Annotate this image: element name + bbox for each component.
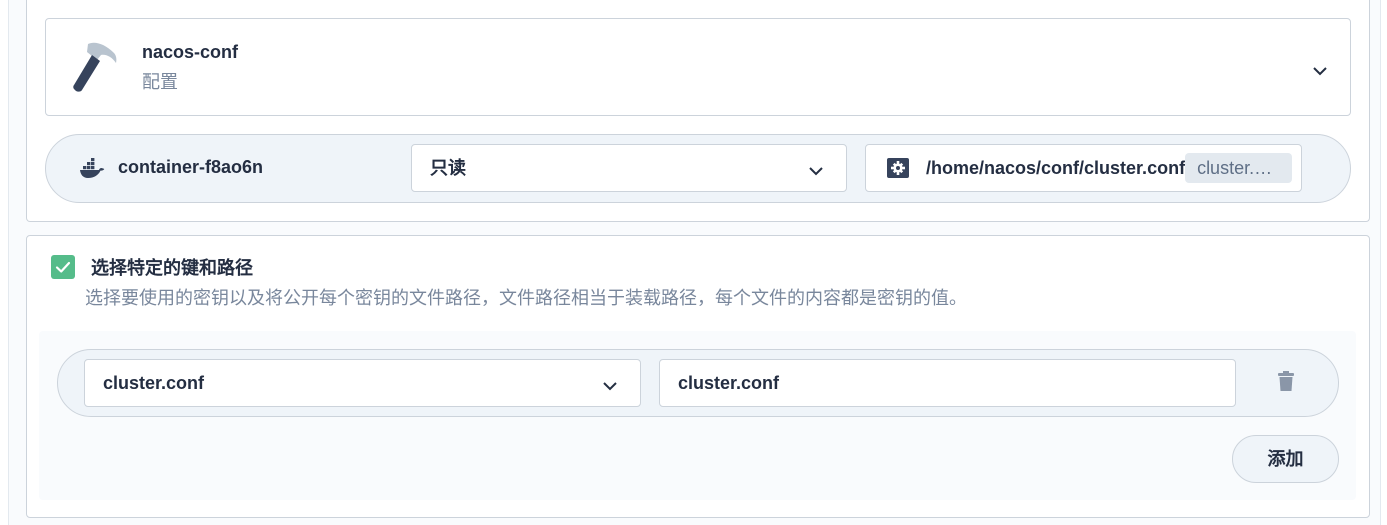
mount-path-input[interactable]: /home/nacos/conf/cluster.conf cluster.…	[865, 144, 1302, 192]
volume-selector[interactable]: nacos-conf 配置	[45, 18, 1351, 116]
key-select-value: cluster.conf	[103, 373, 205, 393]
specific-keys-checkbox[interactable]	[51, 255, 75, 279]
docker-icon	[79, 158, 105, 178]
access-mode-value: 只读	[430, 158, 466, 178]
hammer-icon	[70, 41, 118, 93]
path-input[interactable]	[659, 359, 1236, 407]
key-select[interactable]: cluster.conf	[84, 359, 641, 407]
trash-icon	[1278, 371, 1294, 391]
gear-box-icon	[887, 158, 909, 178]
volume-card: nacos-conf 配置 container-f8ao6n 只读 /home/…	[26, 0, 1370, 222]
specific-keys-card: 选择特定的键和路径 选择要使用的密钥以及将公开每个密钥的文件路径，文件路径相当于…	[26, 235, 1370, 518]
container-name: container-f8ao6n	[118, 157, 264, 177]
delete-row-button[interactable]	[1266, 361, 1306, 401]
volume-type: 配置	[142, 72, 178, 92]
specific-keys-title: 选择特定的键和路径	[91, 258, 253, 278]
chevron-down-icon[interactable]	[1313, 63, 1327, 76]
key-path-list: cluster.conf 添加	[39, 331, 1356, 500]
sub-path-field[interactable]: cluster.…	[1185, 153, 1293, 183]
container-mount-row: container-f8ao6n 只读 /home/nacos/conf/clu…	[45, 134, 1351, 203]
chevron-down-icon	[603, 378, 617, 391]
volume-name: nacos-conf	[142, 42, 239, 62]
mount-path-value: /home/nacos/conf/cluster.conf	[926, 157, 1186, 178]
check-icon	[55, 261, 71, 273]
add-button[interactable]: 添加	[1232, 435, 1339, 483]
specific-keys-description: 选择要使用的密钥以及将公开每个密钥的文件路径，文件路径相当于装载路径，每个文件的…	[85, 288, 967, 308]
chevron-down-icon	[809, 163, 823, 176]
key-path-row: cluster.conf	[57, 349, 1339, 417]
access-mode-select[interactable]: 只读	[411, 144, 847, 192]
